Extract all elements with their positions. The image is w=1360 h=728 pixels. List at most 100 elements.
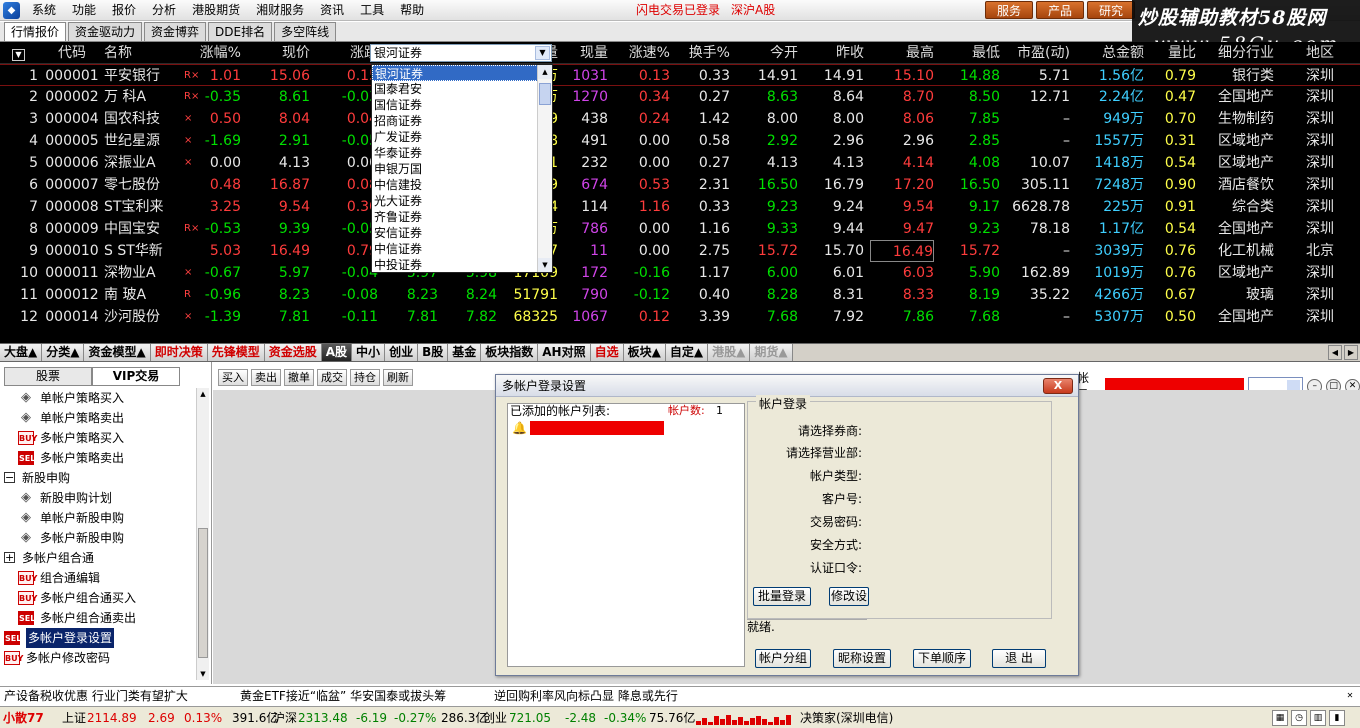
scroll-up-icon[interactable]: ▲ xyxy=(538,65,552,79)
menu-item[interactable]: 报价 xyxy=(104,0,144,21)
tree-item[interactable]: ◈ 新股申购计划 xyxy=(4,488,196,508)
chart-icon[interactable]: ▥ xyxy=(1310,710,1326,726)
tree-item[interactable]: SELL 多帐户组合通卖出 xyxy=(4,608,196,628)
tree-item[interactable]: ◈ 单帐户策略卖出 xyxy=(4,408,196,428)
tree-item[interactable]: ◈ 多帐户新股申购 xyxy=(4,528,196,548)
toolbar-button[interactable]: 刷新 xyxy=(383,369,413,386)
column-header-prev[interactable]: 昨收 xyxy=(804,42,864,64)
market-tab[interactable]: 资金选股 xyxy=(264,344,322,361)
market-tab[interactable]: 自定▲ xyxy=(665,344,709,361)
market-tab[interactable]: 分类▲ xyxy=(42,344,85,361)
nickname-button[interactable]: 昵称设置 xyxy=(833,649,891,668)
menu-item[interactable]: 港股期货 xyxy=(184,0,248,21)
sort-down-icon[interactable]: ▼ xyxy=(12,49,25,61)
scroll-right-icon[interactable]: ▶ xyxy=(1344,345,1358,360)
app-logo-icon[interactable]: ◆ xyxy=(3,2,20,19)
menu-item[interactable]: 功能 xyxy=(64,0,104,21)
sort-button[interactable]: ▼ xyxy=(12,42,30,64)
corner-button[interactable]: 研究 xyxy=(1087,1,1135,19)
tree-item[interactable]: BUY 组合通编辑 xyxy=(4,568,196,588)
trade-status-link[interactable]: 闪电交易已登录 xyxy=(636,0,720,21)
scroll-down-icon[interactable]: ▼ xyxy=(538,258,552,272)
tab-quote[interactable]: 资金博弈 xyxy=(144,22,207,41)
toolbar-button[interactable]: 成交 xyxy=(317,369,347,386)
order-sequence-button[interactable]: 下单顺序 xyxy=(913,649,971,668)
column-header-ind[interactable]: 细分行业 xyxy=(1200,42,1274,64)
account-entry[interactable]: 🔔 xyxy=(512,421,666,436)
tree-scrollbar[interactable]: ▲ ▼ xyxy=(196,388,209,680)
account-group-button[interactable]: 帐户分组 xyxy=(755,649,811,668)
quote-row[interactable]: 5000006深振业A0.004.130.004.134.14345312320… xyxy=(0,152,1360,174)
tab-quote[interactable]: DDE排名 xyxy=(208,22,273,41)
market-tab[interactable]: 创业 xyxy=(385,344,419,361)
tab-quote[interactable]: 多空阵线 xyxy=(274,22,337,41)
tree-item[interactable]: SELL 多帐户策略卖出 xyxy=(4,448,196,468)
modify-button[interactable]: 修改设 xyxy=(829,587,869,606)
column-header-speed[interactable]: 涨速% xyxy=(612,42,670,64)
scroll-left-icon[interactable]: ◀ xyxy=(1328,345,1342,360)
tree-item[interactable]: BUY 多帐户策略买入 xyxy=(4,428,196,448)
broker-option[interactable]: 广发证券 xyxy=(372,129,538,145)
menu-item[interactable]: 工具 xyxy=(352,0,392,21)
quote-row[interactable]: 6000007零七股份0.4816.870.0816.8716.88428096… xyxy=(0,174,1360,196)
quote-row[interactable]: 10 000011 深物业A -0.67 5.97 -0.04 5.97 5.98 17109 1… xyxy=(0,262,1360,284)
quote-row[interactable]: 11 000012 南 玻A -0.96 8.23 -0.08 8.23 8.24 51791 7… xyxy=(0,284,1360,306)
market-tab[interactable]: 板块指数 xyxy=(481,344,539,361)
market-tab[interactable]: A股 xyxy=(321,344,353,361)
column-header-high[interactable]: 最高 xyxy=(870,42,934,64)
server-label[interactable]: 决策家(深圳电信) xyxy=(800,707,893,728)
broker-option[interactable]: 光大证券 xyxy=(372,193,538,209)
market-tab[interactable]: 港股▲ xyxy=(708,344,751,361)
broker-list-scrollbar[interactable]: ▲ ▼ xyxy=(537,65,552,272)
market-tab[interactable]: 期货▲ xyxy=(750,344,793,361)
trade-menu-tab[interactable]: 股票 xyxy=(4,367,92,386)
menu-item[interactable]: 帮助 xyxy=(392,0,432,21)
broker-option[interactable]: 银河证券 xyxy=(372,65,538,81)
quote-row[interactable]: 4000005世纪星源-1.692.91-0.052.902.915344849… xyxy=(0,130,1360,152)
broker-option[interactable]: 中信建投 xyxy=(372,177,538,193)
broker-option[interactable]: 申银万国 xyxy=(372,161,538,177)
market-tab[interactable]: 中小 xyxy=(352,344,386,361)
quote-row[interactable]: 12 000014 沙河股份 -1.39 7.81 -0.11 7.81 7.82 68325 1… xyxy=(0,306,1360,328)
column-header-cur[interactable]: 现量 xyxy=(562,42,608,64)
market-tab[interactable]: 自选 xyxy=(590,344,624,361)
tree-item[interactable]: BUY 多帐户组合通买入 xyxy=(4,588,196,608)
scrollbar-thumb[interactable] xyxy=(539,83,551,105)
column-header-code[interactable]: 代码 xyxy=(44,42,100,64)
scrollbar-thumb[interactable] xyxy=(198,528,208,658)
quote-row[interactable]: 1000001平安银行1.0115.060.1515.0515.0610.4万1… xyxy=(0,64,1360,86)
broker-option[interactable]: 招商证券 xyxy=(372,113,538,129)
corner-button[interactable]: 服务 xyxy=(985,1,1033,19)
news-item[interactable]: 逆回购利率风向标凸显 降息或先行 xyxy=(494,687,678,705)
expand-icon[interactable]: + xyxy=(4,552,15,563)
signal-icon[interactable]: ▮ xyxy=(1329,710,1345,726)
column-header-amt[interactable]: 总金额 xyxy=(1076,42,1144,64)
broker-option[interactable]: 国泰君安 xyxy=(372,81,538,97)
column-header-name[interactable]: 名称 xyxy=(104,42,176,64)
column-header-turn[interactable]: 换手% xyxy=(676,42,730,64)
trade-menu-tab[interactable]: VIP交易 xyxy=(92,367,180,386)
menu-item[interactable]: 分析 xyxy=(144,0,184,21)
quote-row[interactable]: 9000010S ST华新5.0316.490.7916.49–18617110… xyxy=(0,240,1360,262)
market-tab[interactable]: AH对照 xyxy=(538,344,591,361)
column-header-area[interactable]: 地区 xyxy=(1280,42,1334,64)
broker-option[interactable]: 安信证券 xyxy=(372,225,538,241)
tree-item[interactable]: ◈ 单帐户策略买入 xyxy=(4,388,196,408)
toolbar-button[interactable]: 持仓 xyxy=(350,369,380,386)
tree-item[interactable]: SELL 多帐户登录设置 xyxy=(4,628,196,648)
tab-quote[interactable]: 资金驱动力 xyxy=(68,22,143,41)
tree-item[interactable]: BUY 多帐户修改密码 xyxy=(4,648,196,668)
column-header-pe[interactable]: 市盈(动) xyxy=(1006,42,1070,64)
chevron-down-icon[interactable]: ▼ xyxy=(535,46,550,60)
market-tab[interactable]: 资金模型▲ xyxy=(84,344,151,361)
dialog-close-button[interactable]: X xyxy=(1043,378,1073,394)
scroll-down-icon[interactable]: ▼ xyxy=(198,668,208,680)
tree-item[interactable]: ◈ 单帐户新股申购 xyxy=(4,508,196,528)
clock-icon[interactable]: ◷ xyxy=(1291,710,1307,726)
column-header-open[interactable]: 今开 xyxy=(736,42,798,64)
tab-quote[interactable]: 行情报价 xyxy=(4,22,67,41)
tree-item[interactable]: − 新股申购 xyxy=(4,468,196,488)
quote-row[interactable]: 3000004国农科技0.508.040.048.048.05119094380… xyxy=(0,108,1360,130)
column-header-chg[interactable]: 涨跌 xyxy=(316,42,378,64)
market-tab[interactable]: B股 xyxy=(418,344,449,361)
